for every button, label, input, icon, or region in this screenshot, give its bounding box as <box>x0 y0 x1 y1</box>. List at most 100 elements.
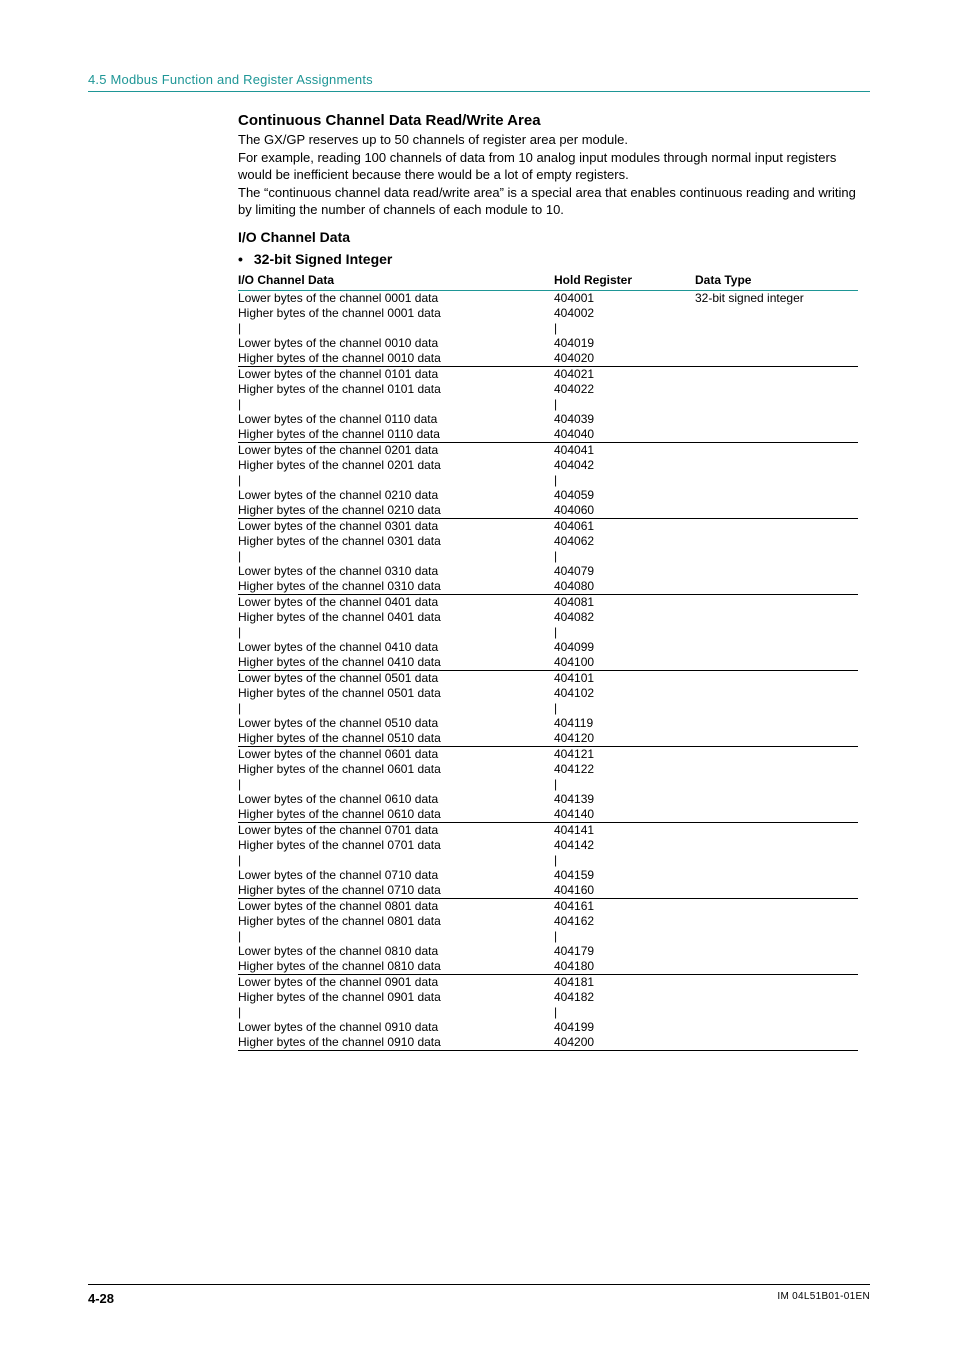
doc-id: IM 04L51B01-01EN <box>777 1291 870 1306</box>
cell-data-type <box>695 382 858 397</box>
cell-hold-register: 404062 <box>554 534 695 549</box>
ellipsis-cell <box>695 473 858 488</box>
ellipsis-cell: | <box>238 625 554 640</box>
table-row: Lower bytes of the channel 0210 data4040… <box>238 488 858 503</box>
cell-channel-desc: Higher bytes of the channel 0110 data <box>238 427 554 443</box>
cell-hold-register: 404141 <box>554 822 695 838</box>
table-row: Higher bytes of the channel 0701 data404… <box>238 838 858 853</box>
cell-data-type <box>695 959 858 975</box>
cell-channel-desc: Lower bytes of the channel 0510 data <box>238 716 554 731</box>
th-io-channel: I/O Channel Data <box>238 271 554 291</box>
ellipsis-cell <box>695 397 858 412</box>
table-row: Higher bytes of the channel 0310 data404… <box>238 579 858 595</box>
table-row: Higher bytes of the channel 0101 data404… <box>238 382 858 397</box>
table-row: Lower bytes of the channel 0301 data4040… <box>238 518 858 534</box>
cell-hold-register: 404079 <box>554 564 695 579</box>
cell-hold-register: 404122 <box>554 762 695 777</box>
table-row: Higher bytes of the channel 0710 data404… <box>238 883 858 899</box>
bullet-label: 32-bit Signed Integer <box>254 251 392 267</box>
table-row: Lower bytes of the channel 0310 data4040… <box>238 564 858 579</box>
ellipsis-cell: | <box>238 929 554 944</box>
cell-channel-desc: Higher bytes of the channel 0210 data <box>238 503 554 519</box>
cell-data-type <box>695 1035 858 1051</box>
cell-data-type <box>695 716 858 731</box>
cell-channel-desc: Lower bytes of the channel 0901 data <box>238 974 554 990</box>
ellipsis-cell: | <box>554 625 695 640</box>
table-row: Lower bytes of the channel 0701 data4041… <box>238 822 858 838</box>
th-hold-register: Hold Register <box>554 271 695 291</box>
cell-channel-desc: Higher bytes of the channel 0001 data <box>238 306 554 321</box>
ellipsis-cell: | <box>554 777 695 792</box>
cell-channel-desc: Lower bytes of the channel 0501 data <box>238 670 554 686</box>
cell-hold-register: 404159 <box>554 868 695 883</box>
table-row: Lower bytes of the channel 0710 data4041… <box>238 868 858 883</box>
ellipsis-cell <box>695 549 858 564</box>
ellipsis-cell: | <box>238 549 554 564</box>
cell-hold-register: 404001 <box>554 290 695 306</box>
cell-data-type <box>695 655 858 671</box>
cell-data-type <box>695 503 858 519</box>
table-row: Lower bytes of the channel 0501 data4041… <box>238 670 858 686</box>
cell-channel-desc: Higher bytes of the channel 0710 data <box>238 883 554 899</box>
bullet-dot-icon: • <box>238 251 250 267</box>
cell-hold-register: 404160 <box>554 883 695 899</box>
table-ellipsis-row: || <box>238 397 858 412</box>
cell-channel-desc: Lower bytes of the channel 0210 data <box>238 488 554 503</box>
ellipsis-cell: | <box>554 853 695 868</box>
cell-hold-register: 404142 <box>554 838 695 853</box>
cell-channel-desc: Higher bytes of the channel 0510 data <box>238 731 554 747</box>
ellipsis-cell <box>695 853 858 868</box>
table-row: Lower bytes of the channel 0801 data4041… <box>238 898 858 914</box>
table-row: Higher bytes of the channel 0510 data404… <box>238 731 858 747</box>
cell-data-type <box>695 427 858 443</box>
cell-hold-register: 404102 <box>554 686 695 701</box>
cell-hold-register: 404140 <box>554 807 695 823</box>
cell-hold-register: 404041 <box>554 442 695 458</box>
cell-channel-desc: Higher bytes of the channel 0101 data <box>238 382 554 397</box>
table-row: Higher bytes of the channel 0910 data404… <box>238 1035 858 1051</box>
ellipsis-cell: | <box>554 701 695 716</box>
paragraph-line: The “continuous channel data read/write … <box>238 185 856 218</box>
cell-data-type <box>695 974 858 990</box>
ellipsis-cell: | <box>238 853 554 868</box>
cell-hold-register: 404061 <box>554 518 695 534</box>
cell-data-type <box>695 488 858 503</box>
cell-channel-desc: Lower bytes of the channel 0401 data <box>238 594 554 610</box>
table-row: Lower bytes of the channel 0101 data4040… <box>238 366 858 382</box>
table-row: Lower bytes of the channel 0201 data4040… <box>238 442 858 458</box>
heading-continuous-area: Continuous Channel Data Read/Write Area <box>238 112 870 129</box>
table-ellipsis-row: || <box>238 701 858 716</box>
cell-data-type <box>695 594 858 610</box>
ellipsis-cell: | <box>554 321 695 336</box>
cell-channel-desc: Lower bytes of the channel 0910 data <box>238 1020 554 1035</box>
table-row: Higher bytes of the channel 0210 data404… <box>238 503 858 519</box>
cell-data-type <box>695 746 858 762</box>
cell-data-type <box>695 442 858 458</box>
ellipsis-cell <box>695 625 858 640</box>
cell-channel-desc: Lower bytes of the channel 0801 data <box>238 898 554 914</box>
cell-hold-register: 404022 <box>554 382 695 397</box>
cell-data-type <box>695 868 858 883</box>
cell-data-type <box>695 883 858 899</box>
paragraph-description: The GX/GP reserves up to 50 channels of … <box>238 131 870 219</box>
cell-hold-register: 404179 <box>554 944 695 959</box>
cell-hold-register: 404020 <box>554 351 695 367</box>
cell-hold-register: 404119 <box>554 716 695 731</box>
cell-channel-desc: Higher bytes of the channel 0701 data <box>238 838 554 853</box>
cell-data-type <box>695 518 858 534</box>
cell-data-type <box>695 731 858 747</box>
ellipsis-cell <box>695 777 858 792</box>
ellipsis-cell <box>695 1005 858 1020</box>
table-ellipsis-row: || <box>238 1005 858 1020</box>
cell-data-type <box>695 944 858 959</box>
table-row: Higher bytes of the channel 0001 data404… <box>238 306 858 321</box>
cell-hold-register: 404200 <box>554 1035 695 1051</box>
cell-data-type <box>695 792 858 807</box>
cell-hold-register: 404139 <box>554 792 695 807</box>
cell-channel-desc: Lower bytes of the channel 0710 data <box>238 868 554 883</box>
cell-hold-register: 404182 <box>554 990 695 1005</box>
cell-channel-desc: Higher bytes of the channel 0310 data <box>238 579 554 595</box>
cell-channel-desc: Lower bytes of the channel 0410 data <box>238 640 554 655</box>
cell-data-type <box>695 1020 858 1035</box>
cell-hold-register: 404162 <box>554 914 695 929</box>
